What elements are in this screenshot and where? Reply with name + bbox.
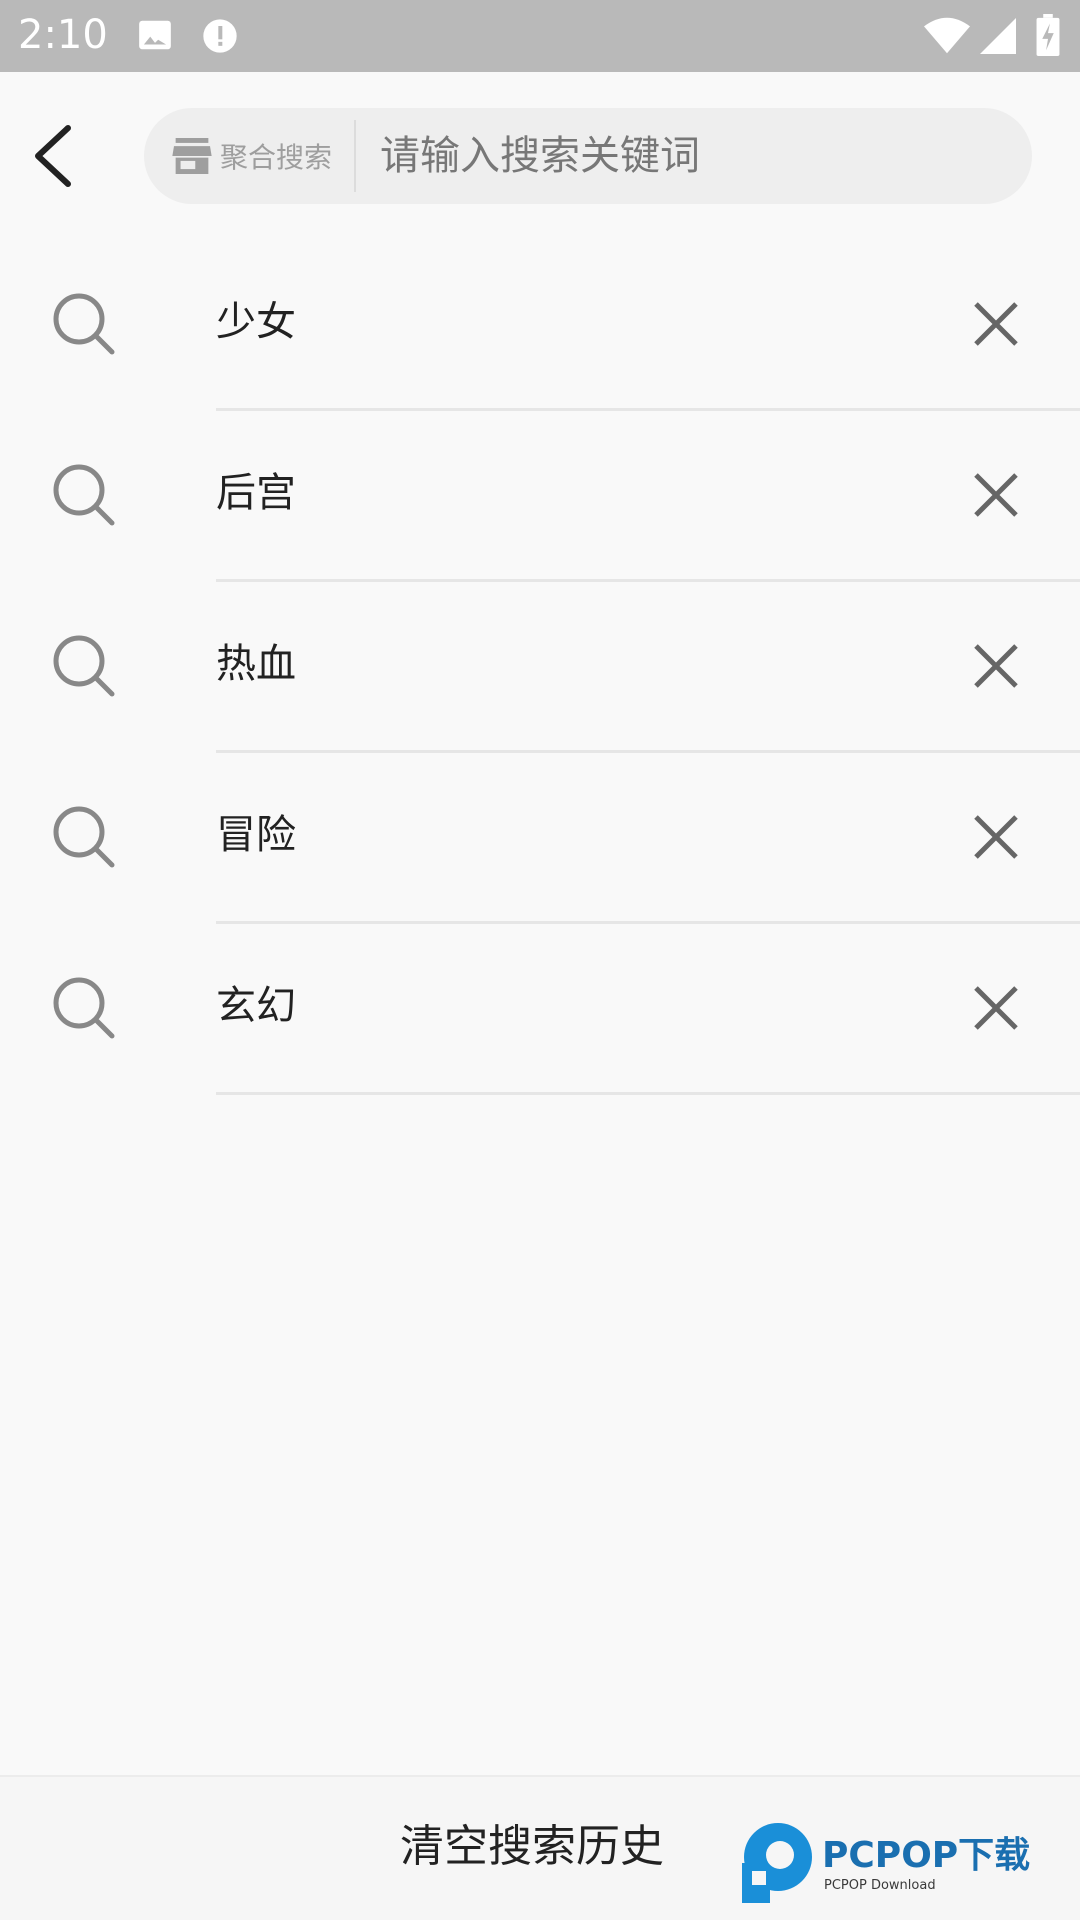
svg-text:PCPOP下载: PCPOP下载	[822, 1835, 1030, 1876]
search-scope-label: 聚合搜索	[220, 141, 333, 174]
history-item-label: 热血	[216, 641, 296, 687]
back-button[interactable]	[20, 116, 92, 196]
search-icon	[53, 806, 115, 868]
search-icon	[53, 635, 115, 697]
close-icon[interactable]	[970, 298, 1022, 350]
history-item[interactable]: 后宫	[0, 411, 1080, 582]
search-history-list: 少女 后宫 热血 冒险 玄幻	[0, 240, 1080, 1095]
history-item-label: 后宫	[216, 470, 296, 516]
history-item[interactable]: 热血	[0, 582, 1080, 753]
status-time: 2:10	[18, 12, 108, 58]
search-icon	[53, 464, 115, 526]
search-icon	[53, 293, 115, 355]
history-item[interactable]: 少女	[0, 240, 1080, 411]
search-box[interactable]: 聚合搜索	[144, 108, 1032, 204]
search-divider	[354, 120, 356, 192]
battery-charging-icon	[1036, 14, 1060, 60]
status-bar: 2:10	[0, 0, 1080, 72]
history-item[interactable]: 玄幻	[0, 924, 1080, 1095]
history-item-label: 玄幻	[216, 983, 296, 1029]
back-arrow-icon	[35, 125, 71, 187]
row-divider	[216, 1092, 1080, 1095]
search-scope-selector[interactable]: 聚合搜索	[172, 108, 332, 204]
history-item-label: 冒险	[216, 812, 296, 858]
search-toolbar: 聚合搜索	[0, 72, 1080, 240]
close-icon[interactable]	[970, 982, 1022, 1034]
close-icon[interactable]	[970, 811, 1022, 863]
search-icon	[53, 977, 115, 1039]
image-icon	[136, 16, 174, 58]
pcpop-watermark-logo: PCPOP下载 PCPOP Download	[742, 1823, 1030, 1903]
store-icon	[172, 138, 212, 174]
close-icon[interactable]	[970, 469, 1022, 521]
signal-icon	[980, 18, 1016, 58]
search-input[interactable]	[380, 108, 1000, 204]
history-item[interactable]: 冒险	[0, 753, 1080, 924]
close-icon[interactable]	[970, 640, 1022, 692]
clear-history-button[interactable]: 清空搜索历史	[400, 1817, 664, 1877]
svg-text:PCPOP Download: PCPOP Download	[824, 1878, 936, 1893]
wifi-icon	[924, 16, 970, 60]
history-item-label: 少女	[216, 299, 296, 345]
alert-icon	[200, 16, 240, 60]
bottom-bar: 清空搜索历史 PCPOP下载 PCPOP Download	[0, 1775, 1080, 1920]
